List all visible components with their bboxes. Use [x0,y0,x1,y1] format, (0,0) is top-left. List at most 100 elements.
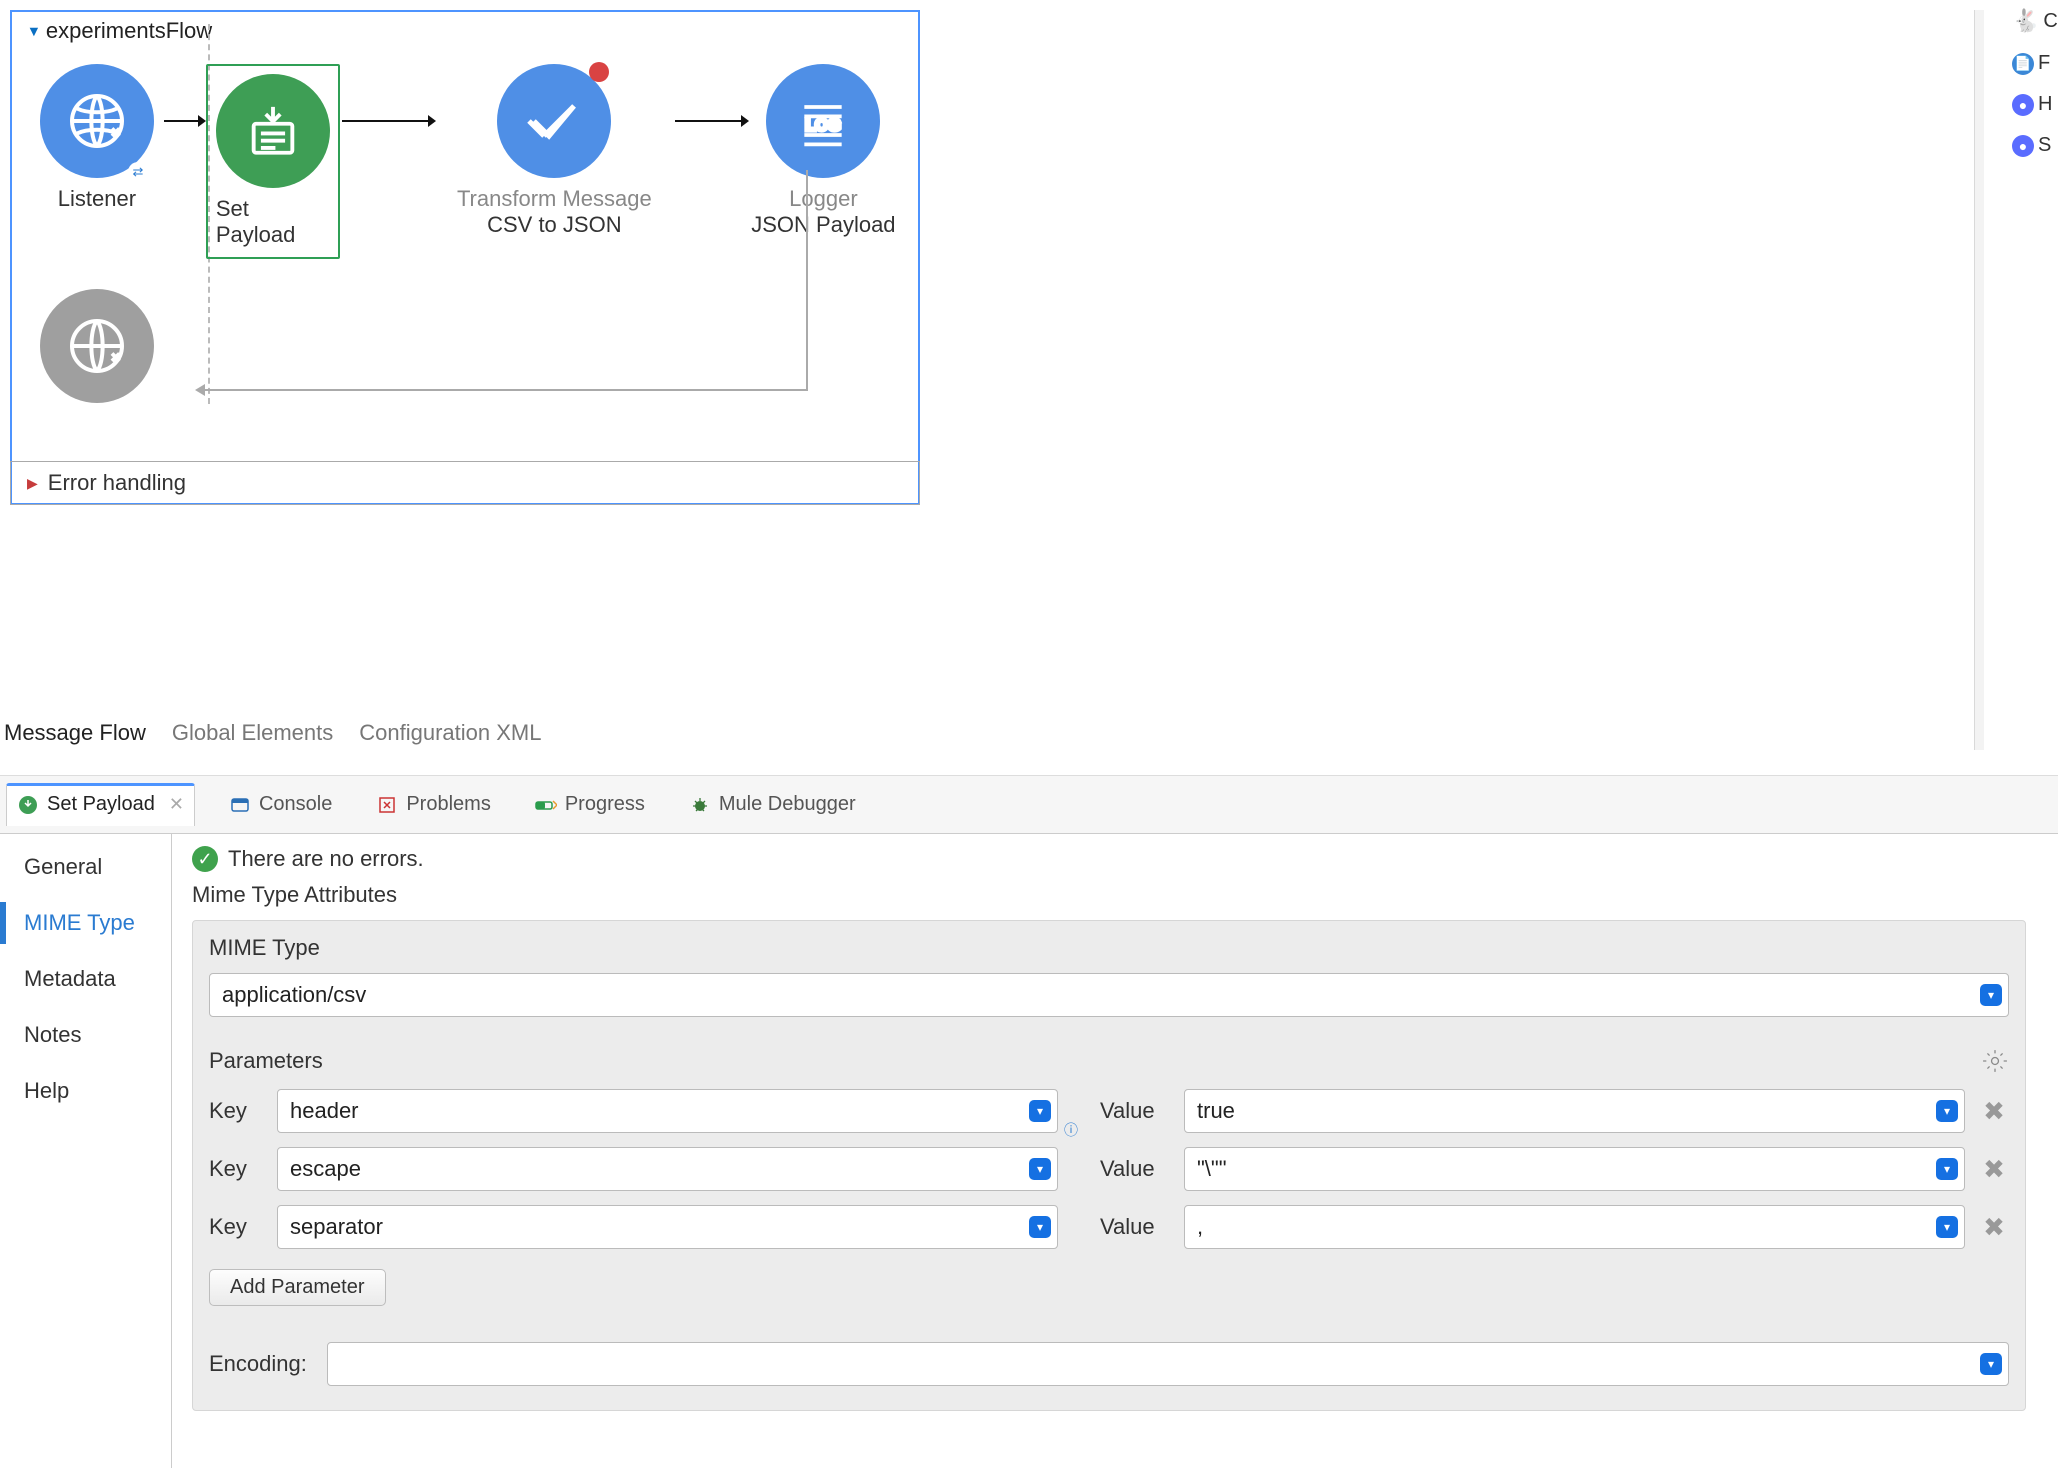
chevron-down-icon: ▾ [1029,1216,1051,1238]
properties-detail: ✓ There are no errors. Mime Type Attribu… [172,834,2058,1468]
debugger-icon [689,794,711,816]
tab-problems[interactable]: Problems [366,783,500,826]
error-handling-label: Error handling [48,470,186,496]
chevron-down-icon: ▾ [1936,1100,1958,1122]
caret-down-icon: ▼ [27,23,41,40]
encoding-label: Encoding: [209,1351,307,1377]
encoding-select[interactable]: ▾ [327,1342,2009,1386]
tab-label: Console [259,793,332,816]
param-value: "\"" [1197,1156,1227,1182]
payload-tab-icon [17,794,39,816]
rail-item-s[interactable]: S [2038,134,2051,157]
node-label: Listener [58,186,136,212]
tab-label: Set Payload [47,793,155,816]
right-rail: 🐇C 📄F ●H ●S [2002,8,2058,157]
h-icon: ● [2012,94,2034,116]
properties-side-nav: General MIME Type Metadata Notes Help [0,834,172,1468]
transform-icon [497,64,611,178]
parameters-label: Parameters [209,1048,323,1074]
param-key-select[interactable]: separator ▾ [277,1205,1058,1249]
sidebar-item-help[interactable]: Help [24,1070,171,1112]
canvas-tabs: Message Flow Global Elements Configurati… [0,720,541,746]
tab-global-elements[interactable]: Global Elements [172,720,333,746]
tab-progress[interactable]: Progress [525,783,655,826]
chevron-down-icon: ▾ [1980,984,2002,1006]
mime-type-label: MIME Type [209,935,2009,961]
rail-item-h[interactable]: H [2038,93,2052,116]
param-value-select[interactable]: "\"" ▾ [1184,1147,1965,1191]
rail-item-f[interactable]: F [2038,52,2050,75]
value-label: Value [1100,1214,1170,1240]
chevron-down-icon: ▾ [1029,1158,1051,1180]
flow-return-node[interactable] [40,289,154,403]
tab-configuration-xml[interactable]: Configuration XML [359,720,541,746]
ok-icon: ✓ [192,846,218,872]
delete-row-icon[interactable]: ✖ [1979,1212,2009,1242]
tab-set-payload[interactable]: Set Payload ✕ [6,783,195,826]
key-label: Key [209,1098,263,1124]
doc-icon: 📄 [2012,53,2034,75]
param-key-value: escape [290,1156,361,1182]
flow-node-listener[interactable]: ⇄ Listener [32,64,162,212]
status-text: There are no errors. [228,846,424,872]
param-key-select[interactable]: escape ▾ [277,1147,1058,1191]
error-handling-section[interactable]: ▶ Error handling [10,461,920,505]
param-key-value: header [290,1098,359,1124]
param-value-select[interactable]: , ▾ [1184,1205,1965,1249]
tab-mule-debugger[interactable]: Mule Debugger [679,783,866,826]
tab-message-flow[interactable]: Message Flow [4,720,146,746]
key-label: Key [209,1156,263,1182]
chevron-down-icon: ▾ [1029,1100,1051,1122]
flow-canvas[interactable]: ▼ experimentsFlow ⇄ Listener Set Payload [10,10,920,505]
param-value-select[interactable]: true ▾ [1184,1089,1965,1133]
rail-item-c[interactable]: C [2043,10,2057,33]
param-value: , [1197,1214,1203,1240]
bottom-panel: Set Payload ✕ Console Problems Progress … [0,775,2058,1468]
chevron-down-icon: ▾ [1980,1353,2002,1375]
mime-type-value: application/csv [222,982,366,1008]
flow-name: experimentsFlow [46,18,212,44]
vertical-scrollbar[interactable] [1974,10,1984,750]
parameter-row: Key escape ▾ ⓘ Value "\"" ▾ ✖ [209,1147,2009,1191]
globe-icon: ⇄ [40,64,154,178]
add-parameter-button[interactable]: Add Parameter [209,1269,386,1306]
return-arrow-icon [187,168,827,403]
value-label: Value [1100,1156,1170,1182]
bottom-tabs: Set Payload ✕ Console Problems Progress … [0,775,2058,833]
sidebar-item-general[interactable]: General [24,846,171,888]
sidebar-item-mime-type[interactable]: MIME Type [24,902,171,944]
caret-right-icon: ▶ [27,475,38,492]
close-icon[interactable]: ✕ [169,794,184,815]
breakpoint-icon [589,62,609,82]
console-icon [229,794,251,816]
delete-row-icon[interactable]: ✖ [1979,1096,2009,1126]
chevron-down-icon: ▾ [1936,1216,1958,1238]
chevron-down-icon: ▾ [1936,1158,1958,1180]
arrow-icon [162,64,206,178]
log-icon: LOG [766,64,880,178]
sidebar-item-metadata[interactable]: Metadata [24,958,171,1000]
key-label: Key [209,1214,263,1240]
mime-type-select[interactable]: application/csv ▾ [209,973,2009,1017]
problems-icon [376,794,398,816]
sidebar-item-notes[interactable]: Notes [24,1014,171,1056]
flow-header[interactable]: ▼ experimentsFlow [12,12,918,52]
info-icon: ⓘ [1064,1120,1078,1134]
arrow-icon [673,64,749,178]
param-key-select[interactable]: header ▾ [277,1089,1058,1133]
value-label: Value [1100,1098,1170,1124]
s-icon: ● [2012,135,2034,157]
tab-label: Problems [406,793,490,816]
parameter-row: Key separator ▾ ⓘ Value , ▾ ✖ [209,1205,2009,1249]
section-title: Mime Type Attributes [192,882,2038,908]
rabbit-icon: 🐇 [2012,8,2039,34]
gear-icon[interactable] [1981,1047,2009,1075]
parameter-row: Key header ▾ ⓘ Value true ▾ ✖ [209,1089,2009,1133]
tab-label: Mule Debugger [719,793,856,816]
progress-icon [535,794,557,816]
delete-row-icon[interactable]: ✖ [1979,1154,2009,1184]
param-value: true [1197,1098,1235,1124]
tab-label: Progress [565,793,645,816]
tab-console[interactable]: Console [219,783,342,826]
arrow-icon [340,64,436,178]
